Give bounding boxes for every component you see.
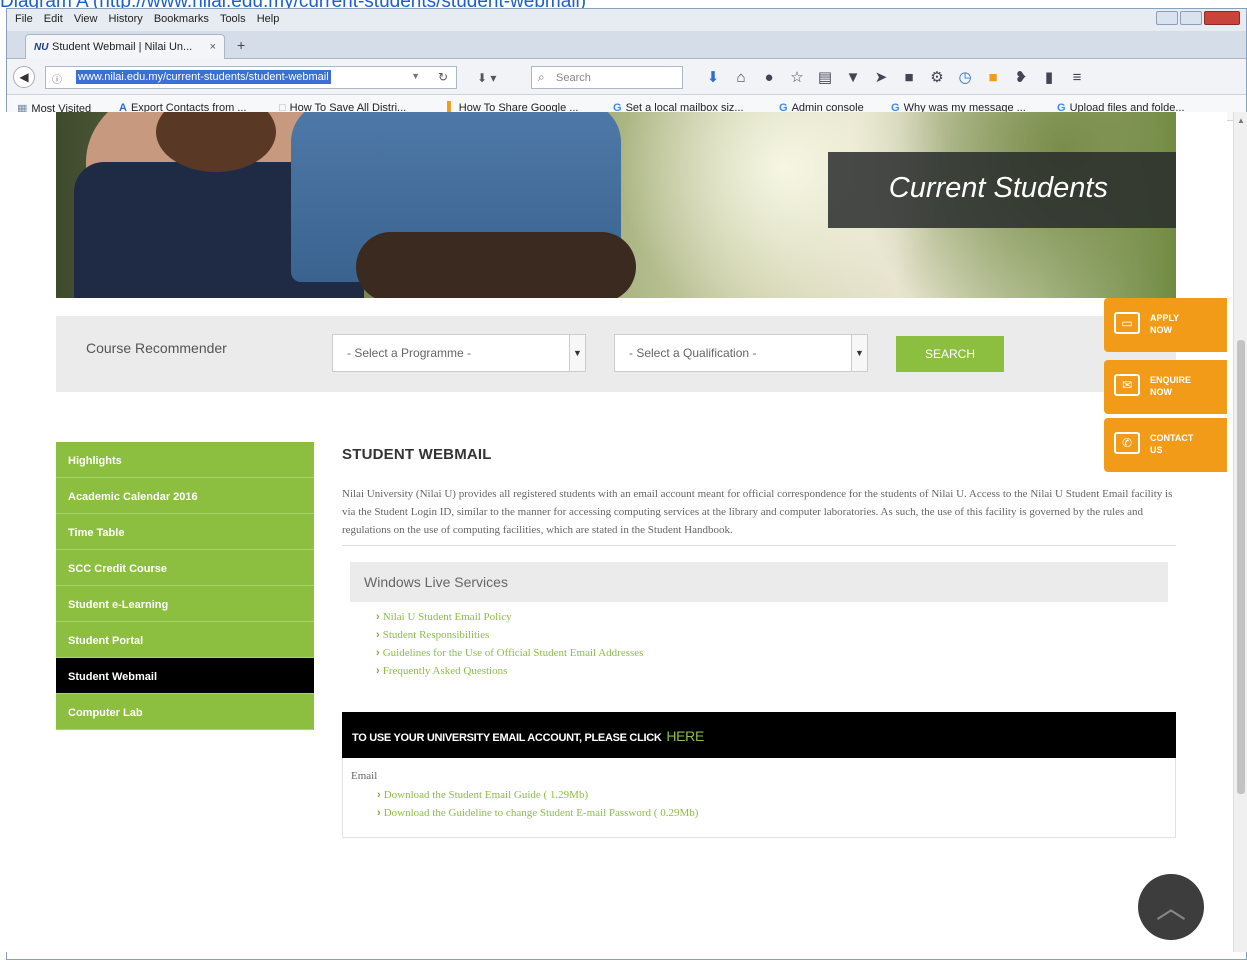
link-faq[interactable]: Frequently Asked Questions — [376, 662, 643, 680]
tab-strip: NU Student Webmail | Nilai Un... × + — [7, 31, 1246, 59]
menu-bar: File Edit View History Bookmarks Tools H… — [7, 9, 1246, 31]
site-info-icon[interactable]: ⓘ — [52, 71, 62, 86]
divider — [342, 545, 1176, 546]
main-content: STUDENT WEBMAIL Nilai University (Nilai … — [342, 442, 1176, 838]
send-icon[interactable]: ➤ — [867, 68, 895, 86]
phone-icon[interactable]: ▮ — [1035, 68, 1063, 86]
chat-icon[interactable]: ● — [755, 69, 783, 86]
link-download-email-guide[interactable]: Download the Student Email Guide ( 1.29M… — [377, 786, 698, 804]
bookmark-list-icon[interactable]: ▤ — [811, 68, 839, 86]
menu-tools[interactable]: Tools — [220, 13, 246, 25]
sidebar-item-student-portal[interactable]: Student Portal — [56, 622, 314, 658]
enquire-now-label: ENQUIRE NOW — [1150, 375, 1192, 397]
sidebar-item-scc-credit-course[interactable]: SCC Credit Course — [56, 550, 314, 586]
email-access-bar: TO USE YOUR UNIVERSITY EMAIL ACCOUNT, PL… — [342, 712, 1176, 758]
rss-icon[interactable]: ■ — [979, 69, 1007, 86]
menu-view[interactable]: View — [74, 13, 98, 25]
menu-history[interactable]: History — [109, 13, 143, 25]
search-icon: ⌕ — [538, 70, 545, 84]
tab-title: Student Webmail | Nilai Un... — [52, 41, 193, 53]
tab-student-webmail[interactable]: NU Student Webmail | Nilai Un... × — [25, 34, 225, 59]
close-window-button[interactable] — [1204, 11, 1240, 25]
menu-file[interactable]: File — [15, 13, 33, 25]
navigation-bar: ◀ ⓘ www.nilai.edu.my/current-students/st… — [7, 59, 1246, 95]
menu-edit[interactable]: Edit — [44, 13, 63, 25]
page-viewport: Current Students Course Recommender - Se… — [0, 112, 1227, 952]
sidebar-item-time-table[interactable]: Time Table — [56, 514, 314, 550]
windows-live-links: Nilai U Student Email Policy Student Res… — [376, 608, 644, 680]
link-download-password-guideline[interactable]: Download the Guideline to change Student… — [377, 804, 699, 822]
programme-select-value: - Select a Programme - — [347, 346, 472, 360]
download-icon[interactable]: ⬇ ▾ — [477, 71, 496, 85]
back-button[interactable]: ◀ — [13, 66, 35, 88]
qualification-select-value: - Select a Qualification - — [629, 346, 757, 360]
scroll-to-top-button[interactable]: ︿ — [1138, 874, 1204, 940]
apply-now-button[interactable]: ▭ APPLY NOW — [1104, 298, 1227, 352]
side-menu: Highlights Academic Calendar 2016 Time T… — [56, 442, 314, 730]
email-access-text: TO USE YOUR UNIVERSITY EMAIL ACCOUNT, PL… — [352, 732, 662, 744]
star-icon[interactable]: ☆ — [783, 68, 811, 86]
url-text[interactable]: www.nilai.edu.my/current-students/studen… — [76, 70, 331, 84]
contact-us-button[interactable]: ✆ CONTACT US — [1104, 418, 1227, 472]
page-scrollbar[interactable]: ▲ — [1233, 112, 1247, 952]
sidebar-item-student-elearning[interactable]: Student e-Learning — [56, 586, 314, 622]
scroll-up-icon[interactable]: ▲ — [1237, 116, 1245, 125]
extension-icon[interactable]: ❥ — [1007, 68, 1035, 86]
download-arrow-icon[interactable]: ⬇ — [699, 68, 727, 86]
close-tab-icon[interactable]: × — [210, 41, 216, 53]
qualification-select[interactable]: - Select a Qualification - ▼ — [614, 334, 868, 372]
phone-icon: ✆ — [1114, 432, 1140, 454]
hero-banner: Current Students — [56, 112, 1176, 298]
menu-help[interactable]: Help — [257, 13, 280, 25]
menu-icon[interactable]: ≡ — [1063, 69, 1091, 86]
recommender-label: Course Recommender — [86, 340, 227, 356]
favicon-icon: NU — [34, 42, 49, 53]
envelope-icon: ✉ — [1114, 374, 1140, 396]
reload-icon[interactable]: ↻ — [438, 70, 448, 84]
hero-person-image — [356, 232, 636, 298]
sidebar-item-academic-calendar[interactable]: Academic Calendar 2016 — [56, 478, 314, 514]
scrollbar-thumb[interactable] — [1237, 340, 1245, 794]
apply-now-label: APPLY NOW — [1150, 313, 1180, 335]
contact-us-label: CONTACT US — [1150, 433, 1194, 455]
sidebar-item-student-webmail[interactable]: Student Webmail — [56, 658, 314, 694]
hero-title: Current Students — [828, 152, 1176, 228]
url-dropdown-icon[interactable]: ▼ — [411, 71, 420, 81]
menu-bookmarks[interactable]: Bookmarks — [154, 13, 209, 25]
sidebar-item-highlights[interactable]: Highlights — [56, 442, 314, 478]
email-downloads-box: Email Download the Student Email Guide (… — [342, 758, 1176, 838]
clock-icon[interactable]: ◷ — [951, 68, 979, 86]
minimize-button[interactable] — [1156, 11, 1178, 25]
screenshot-root: { "caption": { "prefix": "Diagram A (", … — [0, 0, 1247, 960]
sidebar-item-computer-lab[interactable]: Computer Lab — [56, 694, 314, 730]
toolbar-icons: ⬇ ⌂ ● ☆ ▤ ▼ ➤ ■ ⚙ ◷ ■ ❥ ▮ ≡ — [699, 68, 1091, 86]
url-bar[interactable]: ⓘ www.nilai.edu.my/current-students/stud… — [45, 66, 457, 89]
new-tab-icon[interactable]: + — [237, 37, 245, 53]
link-student-responsibilities[interactable]: Student Responsibilities — [376, 626, 643, 644]
stop-icon[interactable]: ■ — [895, 69, 923, 86]
chevron-down-icon[interactable]: ▼ — [851, 335, 867, 371]
chevron-up-icon: ︿ — [1156, 892, 1186, 925]
email-label: Email — [351, 770, 378, 782]
pocket-icon[interactable]: ▼ — [839, 69, 867, 86]
window-controls — [1154, 11, 1240, 28]
course-recommender: Course Recommender - Select a Programme … — [56, 316, 1176, 392]
page-title: STUDENT WEBMAIL — [342, 446, 492, 463]
settings-icon[interactable]: ⚙ — [923, 68, 951, 86]
search-button[interactable]: SEARCH — [896, 336, 1004, 372]
link-guidelines[interactable]: Guidelines for the Use of Official Stude… — [376, 644, 644, 662]
email-download-links: Download the Student Email Guide ( 1.29M… — [377, 786, 699, 822]
laptop-icon: ▭ — [1114, 312, 1140, 334]
link-email-policy[interactable]: Nilai U Student Email Policy — [376, 608, 643, 626]
enquire-now-button[interactable]: ✉ ENQUIRE NOW — [1104, 360, 1227, 414]
chevron-down-icon[interactable]: ▼ — [569, 335, 585, 371]
home-icon[interactable]: ⌂ — [727, 69, 755, 86]
windows-live-heading: Windows Live Services — [350, 562, 1168, 602]
search-input[interactable]: ⌕ Search — [531, 66, 683, 89]
maximize-button[interactable] — [1180, 11, 1202, 25]
email-access-here-link[interactable]: HERE — [666, 728, 704, 744]
intro-paragraph: Nilai University (Nilai U) provides all … — [342, 488, 1173, 536]
search-placeholder: Search — [556, 72, 591, 84]
programme-select[interactable]: - Select a Programme - ▼ — [332, 334, 586, 372]
